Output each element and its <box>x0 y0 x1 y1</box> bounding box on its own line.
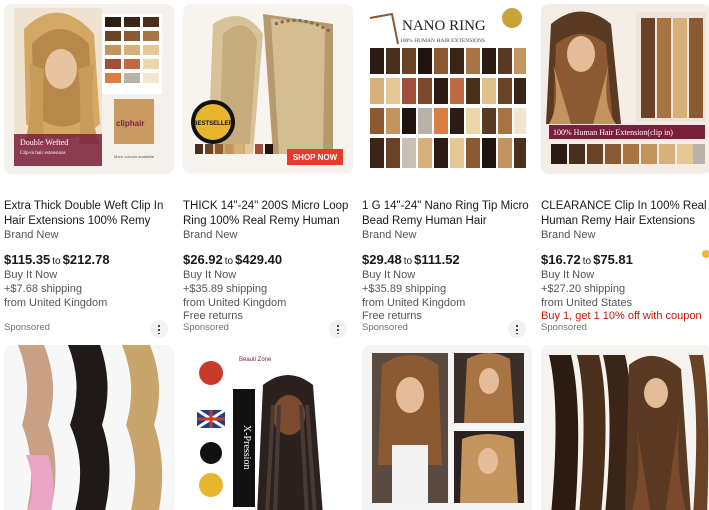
product-title[interactable]: Extra Thick Double Weft Clip In Hair Ext… <box>4 199 176 229</box>
product-price: $29.48 to $111.52 <box>362 252 460 267</box>
free-returns: Free returns <box>183 310 243 322</box>
item-location: from United Kingdom <box>183 297 287 309</box>
product-title[interactable]: 1 G 14"-24" Nano Ring Tip Micro Bead Rem… <box>362 199 534 229</box>
sponsored-label: Sponsored <box>541 322 587 333</box>
buy-format: Buy It Now <box>183 269 237 281</box>
product-price: $16.72 to $75.81 <box>541 252 633 267</box>
svg-text:cliphair: cliphair <box>116 119 144 128</box>
shipping-cost: +$35.89 shipping <box>183 283 268 295</box>
product-image[interactable] <box>4 345 174 510</box>
product-image[interactable]: BESTSELLER SHOP NOW <box>183 4 353 174</box>
shop-now-badge: SHOP NOW <box>293 153 338 162</box>
coupon-offer[interactable]: Buy 1, get 1 10% off with coupon <box>541 310 702 322</box>
sponsored-label: Sponsored <box>4 322 50 333</box>
item-location: from United Kingdom <box>4 297 108 309</box>
more-options-button[interactable] <box>150 320 168 338</box>
product-condition: Brand New <box>183 229 238 241</box>
buy-format: Buy It Now <box>541 269 595 281</box>
shipping-cost: +$27.20 shipping <box>541 283 626 295</box>
product-condition: Brand New <box>4 229 59 241</box>
product-condition: Brand New <box>541 229 596 241</box>
item-location: from United States <box>541 297 633 309</box>
product-image[interactable]: 100% Human Hair Extension(clip in) <box>541 4 709 174</box>
product-image[interactable]: NANO RING 100% HUMAN HAIR EXTENSIONS <box>362 4 532 174</box>
more-vertical-icon <box>516 324 518 334</box>
svg-text:100% HUMAN HAIR EXTENSIONS: 100% HUMAN HAIR EXTENSIONS <box>400 38 485 44</box>
partial-icon <box>702 250 709 258</box>
free-returns: Free returns <box>362 310 422 322</box>
brand-label: Beauti Zone <box>239 357 272 363</box>
product-title[interactable]: CLEARANCE Clip In 100% Real Human Remy H… <box>541 199 709 229</box>
product-title[interactable]: THICK 14"-24" 200S Micro Loop Ring 100% … <box>183 199 355 229</box>
sponsored-label: Sponsored <box>183 322 229 333</box>
buy-format: Buy It Now <box>362 269 416 281</box>
xpression-label: X-Pression <box>241 425 252 469</box>
more-options-button[interactable] <box>329 320 347 338</box>
more-options-button[interactable] <box>508 320 526 338</box>
shipping-cost: +$35.89 shipping <box>362 283 447 295</box>
product-image[interactable]: Double Wefted Clip-in hair extensions cl… <box>4 4 174 174</box>
nano-ring-heading: NANO RING <box>402 18 486 34</box>
product-image[interactable] <box>541 345 709 510</box>
item-location: from United Kingdom <box>362 297 466 309</box>
svg-text:Clip-in hair extensions: Clip-in hair extensions <box>20 151 66 156</box>
product-condition: Brand New <box>362 229 417 241</box>
more-vertical-icon <box>158 324 160 334</box>
image-caption: 100% Human Hair Extension(clip in) <box>553 128 673 137</box>
image-caption: Double Wefted <box>20 138 68 147</box>
sponsored-label: Sponsored <box>362 322 408 333</box>
bestseller-badge: BESTSELLER <box>193 121 233 127</box>
product-image[interactable]: X-Pression Beauti Zone <box>183 345 353 510</box>
product-price: $26.92 to $429.40 <box>183 252 283 267</box>
product-price: $115.35 to $212.78 <box>4 252 110 267</box>
shipping-cost: +$7.68 shipping <box>4 283 82 295</box>
buy-format: Buy It Now <box>4 269 58 281</box>
more-vertical-icon <box>337 324 339 334</box>
svg-text:More colours available: More colours available <box>114 154 155 159</box>
product-image[interactable] <box>362 345 532 510</box>
